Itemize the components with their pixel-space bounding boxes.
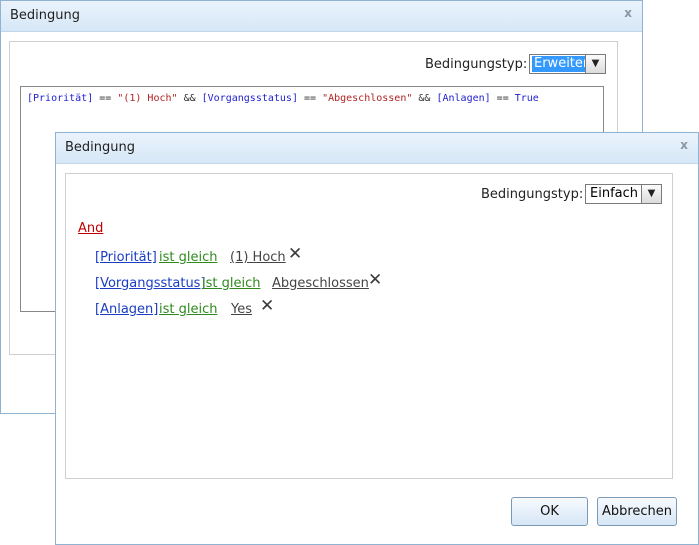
expr-operator: == xyxy=(297,93,323,104)
condition-operator-link[interactable]: ist gleich xyxy=(159,250,217,265)
expr-operator: == xyxy=(490,93,515,104)
ok-button[interactable]: OK xyxy=(511,497,588,526)
dialog-content-panel: Bedingungstyp: Einfach ▼ And [Priorität]… xyxy=(65,173,673,479)
condition-field-link[interactable]: [Anlagen] xyxy=(95,302,158,317)
expr-value: True xyxy=(514,93,539,104)
expr-and: && xyxy=(177,93,202,104)
dialog-title: Bedingung xyxy=(10,8,81,23)
cancel-button[interactable]: Abbrechen xyxy=(597,497,677,526)
condition-type-label: Bedingungstyp: xyxy=(481,187,584,202)
expr-field: [Vorgangsstatus] xyxy=(201,93,298,104)
condition-type-select[interactable]: Erweitert ▼ xyxy=(529,54,606,74)
group-operator-link[interactable]: And xyxy=(78,221,103,236)
expr-and: && xyxy=(412,93,437,104)
condition-value-link[interactable]: Yes xyxy=(231,302,252,317)
close-x-icon[interactable]: ✕ xyxy=(368,272,382,289)
condition-type-select[interactable]: Einfach ▼ xyxy=(585,184,662,204)
condition-value-link[interactable]: (1) Hoch xyxy=(230,250,286,265)
condition-field-link[interactable]: [Vorgangsstatus] xyxy=(95,276,206,291)
condition-type-label: Bedingungstyp: xyxy=(425,57,528,72)
condition-operator-link[interactable]: ist gleich xyxy=(159,302,217,317)
condition-value-link[interactable]: Abgeschlossen xyxy=(272,276,369,291)
dialog-title: Bedingung xyxy=(65,140,136,155)
condition-field-link[interactable]: [Priorität] xyxy=(95,250,157,265)
dialog-titlebar: Bedingung x xyxy=(1,1,642,32)
expr-value: "(1) Hoch" xyxy=(117,93,178,104)
expr-operator: == xyxy=(93,93,118,104)
close-icon[interactable]: x xyxy=(624,6,632,20)
close-icon[interactable]: x xyxy=(680,138,688,152)
condition-type-value: Einfach xyxy=(590,186,638,201)
chevron-down-icon[interactable]: ▼ xyxy=(641,185,661,203)
expr-field: [Priorität] xyxy=(27,93,94,104)
simple-condition-dialog: Bedingung x Bedingungstyp: Einfach ▼ And… xyxy=(55,132,699,545)
expr-value: "Abgeschlossen" xyxy=(322,93,413,104)
close-x-icon[interactable]: ✕ xyxy=(260,298,274,315)
dialog-titlebar: Bedingung x xyxy=(56,133,698,164)
close-x-icon[interactable]: ✕ xyxy=(288,246,302,263)
condition-operator-link[interactable]: ist gleich xyxy=(202,276,260,291)
chevron-down-icon[interactable]: ▼ xyxy=(585,55,605,73)
expr-field: [Anlagen] xyxy=(436,93,491,104)
